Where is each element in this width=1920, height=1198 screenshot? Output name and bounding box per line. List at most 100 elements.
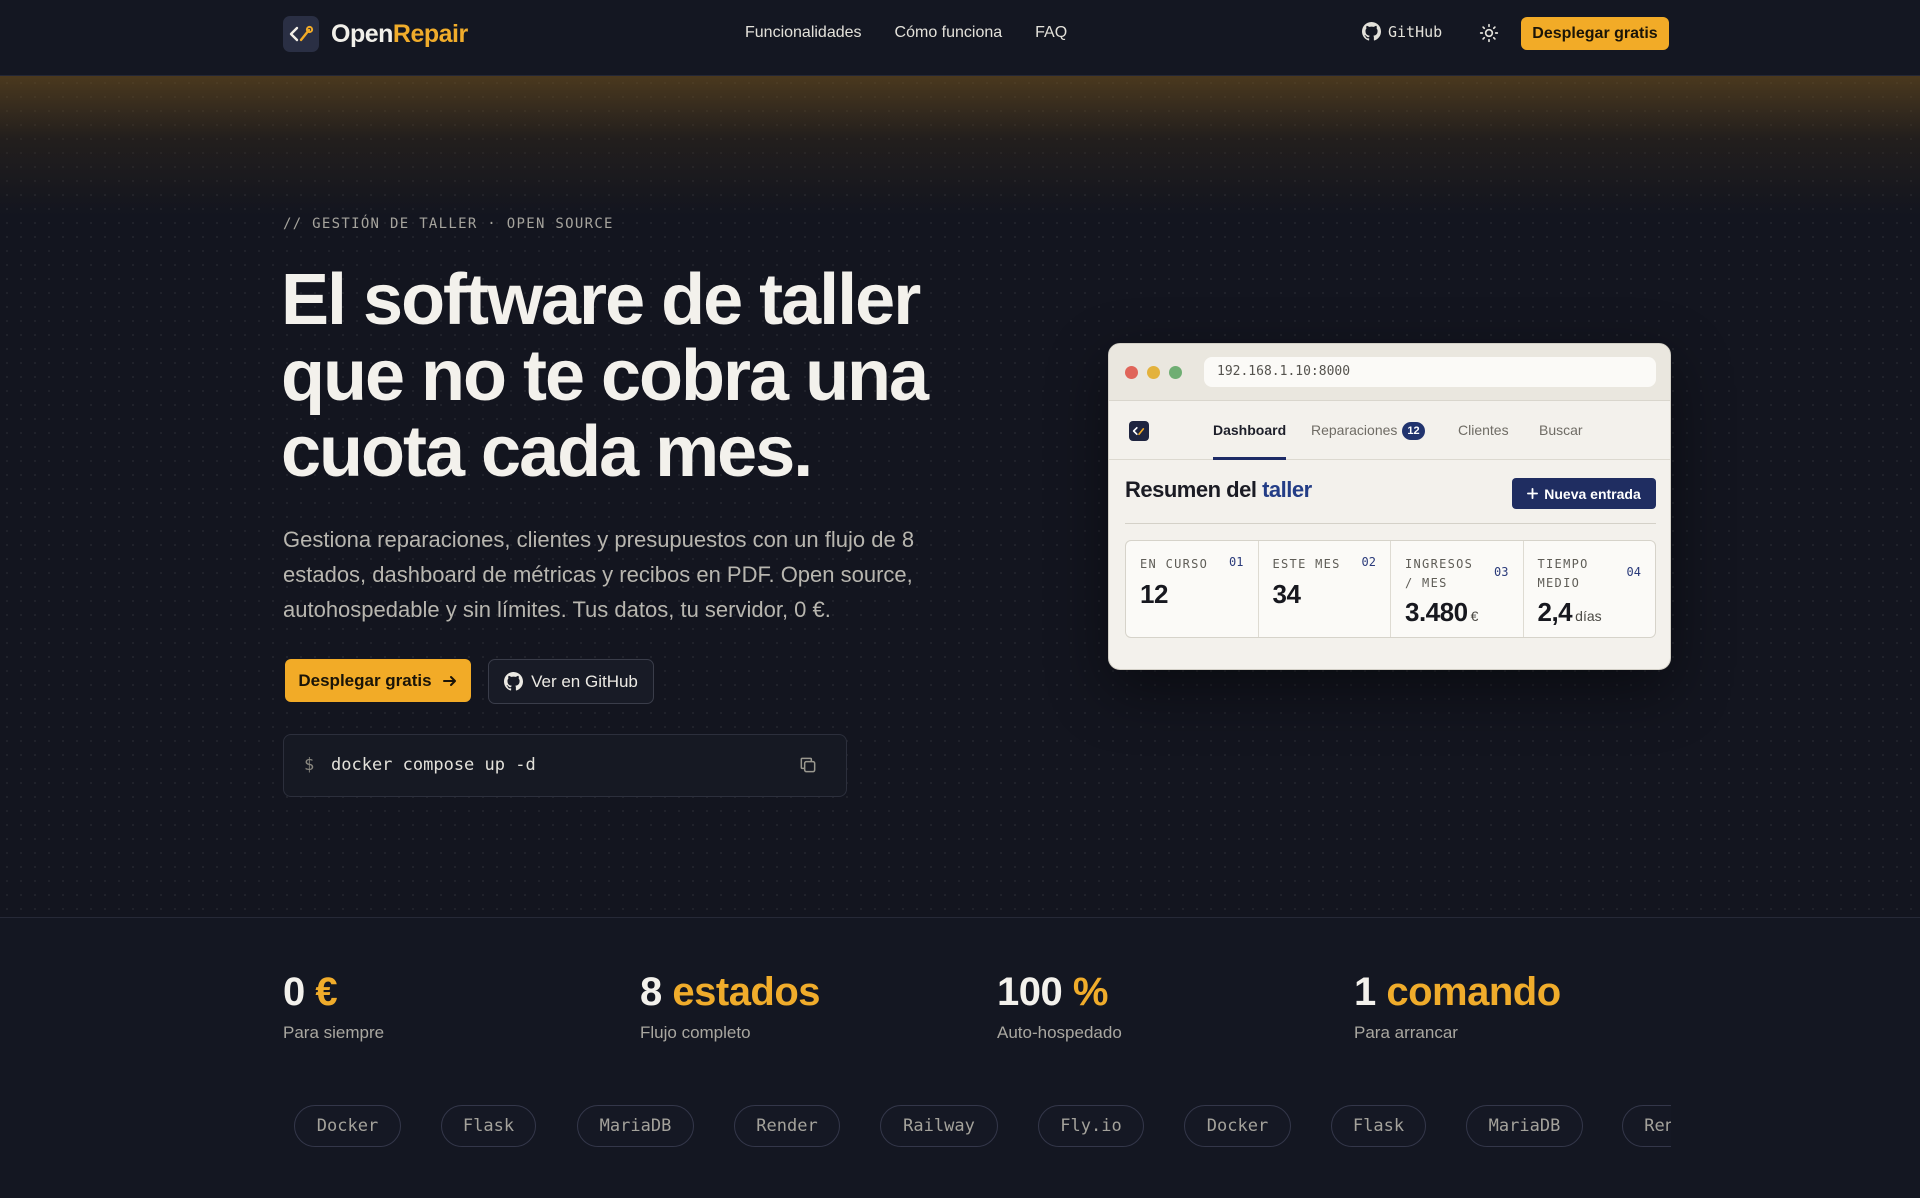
tab-dashboard[interactable]: Dashboard xyxy=(1213,422,1286,438)
minimize-dot xyxy=(1147,366,1160,379)
tech-pill: MariaDB xyxy=(577,1105,694,1147)
metric-accent: % xyxy=(1072,970,1109,1014)
wrench-code-icon xyxy=(283,16,319,52)
nav-como-funciona[interactable]: Cómo funciona xyxy=(895,22,1003,44)
install-command[interactable]: docker compose up -d xyxy=(331,755,536,775)
stat-index: 01 xyxy=(1229,555,1244,569)
tech-pill: Docker xyxy=(294,1105,401,1147)
stat-value-number: 3.480 xyxy=(1405,597,1468,627)
hero-description: Gestiona reparaciones, clientes y presup… xyxy=(283,527,915,622)
stat-unit: días xyxy=(1575,608,1602,624)
headline-line-3: cuota cada mes. xyxy=(281,412,813,492)
github-link[interactable]: GitHub xyxy=(1362,22,1442,41)
stat-label: INGRESOS / MES xyxy=(1405,557,1474,590)
stat-label: TIEMPO MEDIO xyxy=(1537,557,1589,590)
stat-value: 2,4 días xyxy=(1538,597,1602,628)
metric-price: 0 € Para siempre xyxy=(283,968,384,1043)
stat-value: 12 xyxy=(1140,579,1168,609)
active-tab-indicator xyxy=(1213,457,1286,460)
close-dot xyxy=(1125,366,1138,379)
tab-buscar[interactable]: Buscar xyxy=(1539,422,1583,438)
stat-card-en-curso: EN CURSO 01 12 xyxy=(1126,541,1259,637)
header-deploy-button[interactable]: Desplegar gratis xyxy=(1521,17,1669,50)
metric-value: 0 € xyxy=(283,968,384,1016)
metrics-band xyxy=(0,917,1920,1198)
metric-value: 8 estados xyxy=(640,968,821,1016)
workshop-summary-title: Resumen del taller xyxy=(1125,477,1312,503)
tech-pill: Docker xyxy=(1184,1105,1291,1147)
sun-icon xyxy=(1479,23,1499,43)
stat-index: 02 xyxy=(1361,555,1376,569)
repairs-count-badge: 12 xyxy=(1402,422,1425,440)
hero-headline: El software de taller que no te cobra un… xyxy=(281,262,1041,490)
new-entry-button[interactable]: Nueva entrada xyxy=(1512,478,1656,509)
dashboard-preview-window: 192.168.1.10:8000 Dashboard Reparaciones… xyxy=(1108,343,1671,670)
metric-value: 100 % xyxy=(997,968,1122,1016)
copy-icon xyxy=(800,757,816,773)
metric-value: 1 comando xyxy=(1354,968,1561,1016)
headline-line-1: El software de taller xyxy=(281,260,921,340)
new-entry-label: Nueva entrada xyxy=(1544,485,1641,502)
copy-button[interactable] xyxy=(798,755,820,777)
metric-number: 1 xyxy=(1354,970,1376,1014)
browser-titlebar: 192.168.1.10:8000 xyxy=(1109,344,1670,401)
tech-pill: Railway xyxy=(880,1105,998,1147)
stat-index: 03 xyxy=(1494,565,1509,579)
metric-number: 0 xyxy=(283,970,305,1014)
stat-value: 34 xyxy=(1272,579,1301,609)
arrow-right-icon xyxy=(442,675,456,686)
view-github-label: Ver en GitHub xyxy=(531,671,638,691)
stat-value: 3.480 € xyxy=(1405,597,1478,628)
metric-number: 100 xyxy=(997,970,1063,1014)
app-tabs: Dashboard Reparaciones 12 Clientes Buscar xyxy=(1109,401,1670,460)
tech-pill: MariaDB xyxy=(1466,1105,1583,1147)
github-label: GitHub xyxy=(1388,22,1443,41)
main-nav: Funcionalidades Cómo funciona FAQ xyxy=(745,22,1067,44)
stat-card-este-mes: ESTE MES 02 34 xyxy=(1259,541,1391,637)
tab-reparaciones-label: Reparaciones xyxy=(1311,422,1398,438)
tab-reparaciones[interactable]: Reparaciones 12 xyxy=(1311,422,1425,440)
brand-logo[interactable]: OpenRepair xyxy=(283,16,468,52)
metric-accent: estados xyxy=(672,970,821,1014)
plus-icon xyxy=(1527,488,1539,499)
divider xyxy=(1125,523,1656,524)
headline-line-2: que no te cobra una xyxy=(281,336,929,416)
stats-grid: EN CURSO 01 12 ESTE MES 02 34 INGRESOS /… xyxy=(1125,540,1656,638)
stat-label: ESTE MES xyxy=(1272,557,1341,571)
app-logo-icon xyxy=(1129,421,1149,441)
metric-command: 1 comando Para arrancar xyxy=(1354,968,1561,1043)
view-github-button[interactable]: Ver en GitHub xyxy=(488,659,654,704)
metric-accent: € xyxy=(315,970,338,1014)
stat-value-number: 2,4 xyxy=(1537,597,1573,627)
nav-funcionalidades[interactable]: Funcionalidades xyxy=(745,22,862,44)
tab-clientes[interactable]: Clientes xyxy=(1458,422,1509,438)
site-header: OpenRepair Funcionalidades Cómo funciona… xyxy=(0,0,1920,76)
metric-accent: comando xyxy=(1386,970,1561,1014)
title-accent: taller xyxy=(1262,477,1312,502)
address-bar: 192.168.1.10:8000 xyxy=(1204,357,1656,387)
nav-faq[interactable]: FAQ xyxy=(1035,22,1067,44)
tech-pill: Flask xyxy=(441,1105,536,1147)
brand-prefix: Open xyxy=(331,19,393,48)
tech-pill: Fly.io xyxy=(1038,1105,1144,1147)
metric-states: 8 estados Flujo completo xyxy=(640,968,821,1043)
theme-toggle[interactable] xyxy=(1478,22,1500,44)
metric-caption: Para arrancar xyxy=(1354,1023,1458,1042)
stat-label: EN CURSO xyxy=(1140,557,1209,571)
tech-pill: Render xyxy=(734,1105,840,1147)
brand-name: OpenRepair xyxy=(331,20,468,49)
metric-caption: Auto-hospedado xyxy=(997,1023,1122,1042)
title-prefix: Resumen del xyxy=(1125,477,1257,502)
deploy-free-button[interactable]: Desplegar gratis xyxy=(285,659,471,702)
metric-self-hosted: 100 % Auto-hospedado xyxy=(997,968,1122,1043)
shell-prompt: $ xyxy=(304,755,315,775)
stat-unit: € xyxy=(1470,608,1479,624)
install-command-box: $ docker compose up -d xyxy=(283,734,847,797)
stat-card-ingresos: INGRESOS / MES 03 3.480 € xyxy=(1391,541,1524,637)
brand-suffix: Repair xyxy=(392,19,468,48)
stat-index: 04 xyxy=(1626,565,1641,579)
github-icon xyxy=(1362,22,1381,41)
hero-glow xyxy=(0,76,1920,216)
maximize-dot xyxy=(1169,366,1182,379)
tech-pill: Flask xyxy=(1331,1105,1426,1147)
